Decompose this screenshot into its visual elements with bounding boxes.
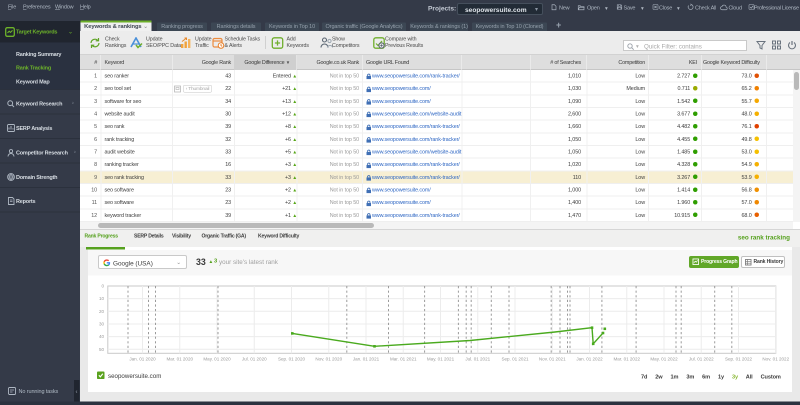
svg-text:50: 50 (99, 347, 105, 352)
svg-text:Sep. 01 2022: Sep. 01 2022 (725, 357, 753, 362)
svg-text:Nov. 01 2022: Nov. 01 2022 (762, 357, 789, 362)
svg-text:May. 01 2021: May. 01 2021 (427, 357, 455, 362)
svg-text:Jan. 01 2020: Jan. 01 2020 (129, 357, 156, 362)
svg-text:Jul. 01 2021: Jul. 01 2021 (465, 357, 490, 362)
svg-text:Sep. 01 2021: Sep. 01 2021 (501, 357, 529, 362)
svg-text:20: 20 (99, 309, 105, 314)
svg-text:Mar. 01 2021: Mar. 01 2021 (390, 357, 417, 362)
svg-text:Jan. 01 2021: Jan. 01 2021 (353, 357, 380, 362)
svg-text:Jan. 01 2022: Jan. 01 2022 (576, 357, 603, 362)
svg-text:Sep. 01 2020: Sep. 01 2020 (278, 357, 306, 362)
svg-text:40: 40 (99, 334, 105, 339)
svg-text:Nov. 01 2021: Nov. 01 2021 (539, 357, 566, 362)
svg-text:Mar. 01 2022: Mar. 01 2022 (613, 357, 640, 362)
svg-text:Nov. 01 2020: Nov. 01 2020 (315, 357, 342, 362)
svg-text:May. 01 2020: May. 01 2020 (203, 357, 231, 362)
svg-text:May. 01 2022: May. 01 2022 (650, 357, 678, 362)
svg-text:Mar. 01 2020: Mar. 01 2020 (166, 357, 193, 362)
svg-text:0: 0 (101, 284, 104, 289)
svg-text:10: 10 (99, 296, 105, 301)
svg-text:Jul. 01 2020: Jul. 01 2020 (242, 357, 267, 362)
svg-text:30: 30 (99, 322, 105, 327)
svg-text:Jul. 01 2022: Jul. 01 2022 (689, 357, 714, 362)
